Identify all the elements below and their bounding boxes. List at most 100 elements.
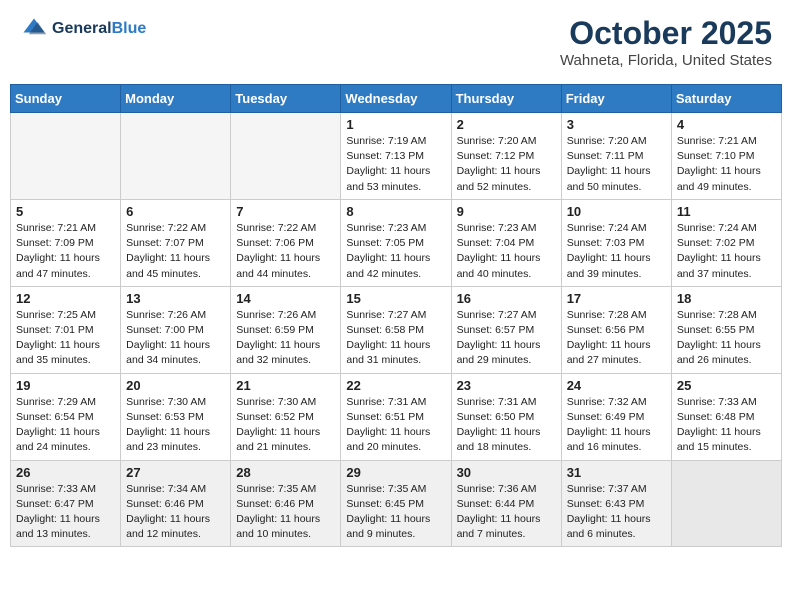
day-info: Sunrise: 7:30 AM Sunset: 6:53 PM Dayligh… (126, 395, 225, 456)
calendar-cell: 16Sunrise: 7:27 AM Sunset: 6:57 PM Dayli… (451, 286, 561, 373)
day-info: Sunrise: 7:23 AM Sunset: 7:04 PM Dayligh… (457, 221, 556, 282)
location: Wahneta, Florida, United States (560, 52, 772, 69)
calendar-cell: 27 Sunrise: 7:34 AM Sunset: 6:46 PM Dayli… (121, 460, 231, 547)
calendar-cell: 7 Sunrise: 7:22 AM Sunset: 7:06 PM Daylig… (231, 199, 341, 286)
day-number: 29 (346, 465, 445, 480)
day-info: Sunrise: 7:22 AM Sunset: 7:07 PM Dayligh… (126, 221, 225, 282)
calendar-cell: 5 Sunrise: 7:21 AM Sunset: 7:09 PM Daylig… (11, 199, 121, 286)
weekday-header-row: SundayMondayTuesdayWednesdayThursdayFrid… (11, 85, 782, 113)
weekday-header-tuesday: Tuesday (231, 85, 341, 113)
weekday-header-wednesday: Wednesday (341, 85, 451, 113)
day-number: 25 (677, 378, 776, 393)
calendar-cell: 25 Sunrise: 7:33 AM Sunset: 6:48 PM Dayli… (671, 373, 781, 460)
month-title: October 2025 (560, 15, 772, 52)
day-number: 13 (126, 291, 225, 306)
day-number: 15 (346, 291, 445, 306)
calendar-cell: 2Sunrise: 7:20 AM Sunset: 7:12 PM Daylig… (451, 113, 561, 200)
day-info: Sunrise: 7:37 AM Sunset: 6:43 PM Dayligh… (567, 482, 666, 543)
calendar-cell: 17 Sunrise: 7:28 AM Sunset: 6:56 PM Dayli… (561, 286, 671, 373)
logo: GeneralBlue (20, 15, 146, 43)
calendar-cell: 15 Sunrise: 7:27 AM Sunset: 6:58 PM Dayli… (341, 286, 451, 373)
day-info: Sunrise: 7:21 AM Sunset: 7:10 PM Dayligh… (677, 134, 776, 195)
day-info: Sunrise: 7:26 AM Sunset: 6:59 PM Dayligh… (236, 308, 335, 369)
day-info: Sunrise: 7:22 AM Sunset: 7:06 PM Dayligh… (236, 221, 335, 282)
day-number: 12 (16, 291, 115, 306)
calendar-cell (11, 113, 121, 200)
day-number: 26 (16, 465, 115, 480)
calendar-cell: 6 Sunrise: 7:22 AM Sunset: 7:07 PM Daylig… (121, 199, 231, 286)
day-number: 20 (126, 378, 225, 393)
calendar-cell: 21 Sunrise: 7:30 AM Sunset: 6:52 PM Dayli… (231, 373, 341, 460)
day-info: Sunrise: 7:31 AM Sunset: 6:51 PM Dayligh… (346, 395, 445, 456)
day-number: 31 (567, 465, 666, 480)
day-number: 17 (567, 291, 666, 306)
day-info: Sunrise: 7:27 AM Sunset: 6:58 PM Dayligh… (346, 308, 445, 369)
calendar-week-4: 19 Sunrise: 7:29 AM Sunset: 6:54 PM Dayli… (11, 373, 782, 460)
day-number: 8 (346, 204, 445, 219)
weekday-header-friday: Friday (561, 85, 671, 113)
day-number: 9 (457, 204, 556, 219)
calendar-cell: 26 Sunrise: 7:33 AM Sunset: 6:47 PM Dayli… (11, 460, 121, 547)
day-info: Sunrise: 7:21 AM Sunset: 7:09 PM Dayligh… (16, 221, 115, 282)
day-info: Sunrise: 7:31 AM Sunset: 6:50 PM Dayligh… (457, 395, 556, 456)
day-info: Sunrise: 7:34 AM Sunset: 6:46 PM Dayligh… (126, 482, 225, 543)
calendar-cell: 23 Sunrise: 7:31 AM Sunset: 6:50 PM Dayli… (451, 373, 561, 460)
weekday-header-sunday: Sunday (11, 85, 121, 113)
day-info: Sunrise: 7:24 AM Sunset: 7:02 PM Dayligh… (677, 221, 776, 282)
logo-blue: Blue (112, 20, 147, 37)
calendar-cell: 19 Sunrise: 7:29 AM Sunset: 6:54 PM Dayli… (11, 373, 121, 460)
day-number: 4 (677, 117, 776, 132)
day-info: Sunrise: 7:26 AM Sunset: 7:00 PM Dayligh… (126, 308, 225, 369)
calendar-cell: 20 Sunrise: 7:30 AM Sunset: 6:53 PM Dayli… (121, 373, 231, 460)
calendar-cell (231, 113, 341, 200)
day-info: Sunrise: 7:27 AM Sunset: 6:57 PM Dayligh… (457, 308, 556, 369)
day-info: Sunrise: 7:35 AM Sunset: 6:46 PM Dayligh… (236, 482, 335, 543)
day-info: Sunrise: 7:28 AM Sunset: 6:56 PM Dayligh… (567, 308, 666, 369)
day-info: Sunrise: 7:19 AM Sunset: 7:13 PM Dayligh… (346, 134, 445, 195)
day-number: 21 (236, 378, 335, 393)
day-number: 5 (16, 204, 115, 219)
day-number: 22 (346, 378, 445, 393)
logo-general: General (52, 20, 112, 37)
calendar-cell: 29Sunrise: 7:35 AM Sunset: 6:45 PM Dayli… (341, 460, 451, 547)
calendar-cell (671, 460, 781, 547)
calendar-cell: 10Sunrise: 7:24 AM Sunset: 7:03 PM Dayli… (561, 199, 671, 286)
calendar-cell: 28 Sunrise: 7:35 AM Sunset: 6:46 PM Dayli… (231, 460, 341, 547)
day-number: 6 (126, 204, 225, 219)
calendar-cell: 30Sunrise: 7:36 AM Sunset: 6:44 PM Dayli… (451, 460, 561, 547)
day-number: 3 (567, 117, 666, 132)
day-info: Sunrise: 7:32 AM Sunset: 6:49 PM Dayligh… (567, 395, 666, 456)
day-number: 14 (236, 291, 335, 306)
calendar-week-3: 12 Sunrise: 7:25 AM Sunset: 7:01 PM Dayli… (11, 286, 782, 373)
title-block: October 2025 Wahneta, Florida, United St… (560, 15, 772, 69)
calendar-cell: 8Sunrise: 7:23 AM Sunset: 7:05 PM Daylig… (341, 199, 451, 286)
day-number: 23 (457, 378, 556, 393)
day-info: Sunrise: 7:20 AM Sunset: 7:11 PM Dayligh… (567, 134, 666, 195)
calendar-cell: 14 Sunrise: 7:26 AM Sunset: 6:59 PM Dayli… (231, 286, 341, 373)
day-info: Sunrise: 7:25 AM Sunset: 7:01 PM Dayligh… (16, 308, 115, 369)
calendar-week-2: 5 Sunrise: 7:21 AM Sunset: 7:09 PM Daylig… (11, 199, 782, 286)
calendar-cell: 31 Sunrise: 7:37 AM Sunset: 6:43 PM Dayli… (561, 460, 671, 547)
weekday-header-monday: Monday (121, 85, 231, 113)
day-info: Sunrise: 7:33 AM Sunset: 6:48 PM Dayligh… (677, 395, 776, 456)
day-number: 19 (16, 378, 115, 393)
day-number: 2 (457, 117, 556, 132)
day-number: 1 (346, 117, 445, 132)
calendar-cell: 24Sunrise: 7:32 AM Sunset: 6:49 PM Dayli… (561, 373, 671, 460)
calendar-cell (121, 113, 231, 200)
day-number: 27 (126, 465, 225, 480)
day-number: 30 (457, 465, 556, 480)
day-info: Sunrise: 7:29 AM Sunset: 6:54 PM Dayligh… (16, 395, 115, 456)
day-info: Sunrise: 7:24 AM Sunset: 7:03 PM Dayligh… (567, 221, 666, 282)
day-info: Sunrise: 7:30 AM Sunset: 6:52 PM Dayligh… (236, 395, 335, 456)
calendar-cell: 9 Sunrise: 7:23 AM Sunset: 7:04 PM Daylig… (451, 199, 561, 286)
day-number: 7 (236, 204, 335, 219)
day-number: 18 (677, 291, 776, 306)
calendar-cell: 3 Sunrise: 7:20 AM Sunset: 7:11 PM Daylig… (561, 113, 671, 200)
logo-text: GeneralBlue (52, 19, 146, 38)
weekday-header-saturday: Saturday (671, 85, 781, 113)
day-info: Sunrise: 7:33 AM Sunset: 6:47 PM Dayligh… (16, 482, 115, 543)
day-number: 28 (236, 465, 335, 480)
day-number: 11 (677, 204, 776, 219)
calendar-cell: 12 Sunrise: 7:25 AM Sunset: 7:01 PM Dayli… (11, 286, 121, 373)
